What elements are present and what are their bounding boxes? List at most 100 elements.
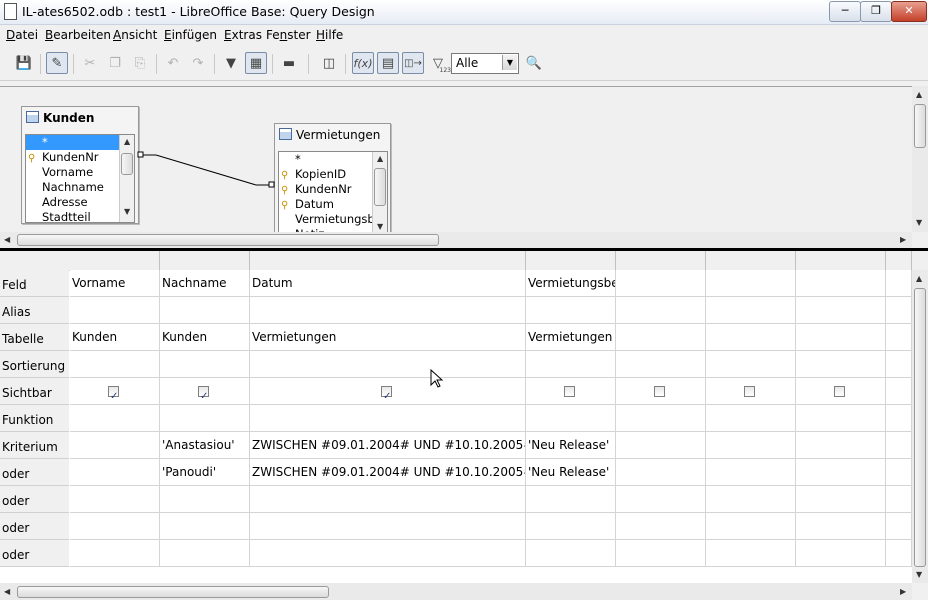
list-item[interactable]: Adresse — [26, 195, 134, 210]
chevron-down-icon[interactable]: ▼ — [502, 55, 517, 70]
grid-cell[interactable]: Vermietungen — [250, 324, 526, 351]
grid-cell[interactable] — [160, 486, 250, 513]
grid-cell[interactable] — [616, 378, 706, 405]
grid-cell[interactable] — [796, 540, 886, 567]
grid-cell[interactable] — [706, 378, 796, 405]
grid-cell[interactable] — [886, 432, 912, 459]
grid-cell[interactable] — [250, 351, 526, 378]
minimize-button[interactable]: ─ — [829, 1, 861, 22]
grid-cell[interactable] — [886, 270, 912, 297]
grid-cell[interactable]: ZWISCHEN #09.01.2004# UND #10.10.2005# — [250, 459, 526, 486]
grid-cell[interactable] — [70, 459, 160, 486]
column-header[interactable] — [796, 251, 886, 270]
grid-horizontal-scrollbar[interactable]: ◀ ▶ — [0, 583, 912, 600]
grid-cell[interactable] — [706, 297, 796, 324]
column-header[interactable] — [886, 251, 912, 270]
visible-checkbox[interactable] — [381, 384, 392, 404]
paste-icon[interactable]: ⎘ — [129, 52, 151, 74]
grid-cell[interactable] — [616, 405, 706, 432]
grid-cell[interactable] — [526, 297, 616, 324]
grid-cell[interactable] — [886, 486, 912, 513]
relation-line[interactable] — [136, 151, 276, 191]
undo-icon[interactable]: ↶ — [162, 52, 184, 74]
grid-cell[interactable] — [70, 351, 160, 378]
visible-checkbox[interactable] — [834, 386, 845, 397]
grid-cell[interactable] — [160, 378, 250, 405]
grid-cell[interactable] — [526, 378, 616, 405]
grid-cell[interactable]: Kunden — [70, 324, 160, 351]
grid-cell[interactable] — [526, 513, 616, 540]
grid-cell[interactable]: 'Panoudi' — [160, 459, 250, 486]
grid-cell[interactable] — [796, 459, 886, 486]
grid-cell[interactable] — [70, 378, 160, 405]
visible-checkbox[interactable] — [744, 386, 755, 397]
sql-icon[interactable]: 🔍 — [523, 52, 545, 74]
field-list-vermietungen[interactable]: * ⚲ KopienID ⚲ KundenNr ⚲ Datum Vermietungs… — [278, 151, 388, 236]
limit-select[interactable]: Alle ▼ — [451, 53, 519, 74]
grid-cell[interactable] — [616, 351, 706, 378]
list-item[interactable]: ⚲ KopienID — [279, 167, 387, 182]
table-window-vermietungen[interactable]: Vermietungen * ⚲ KopienID ⚲ KundenNr ⚲ Datu… — [274, 123, 391, 236]
field-list-kunden[interactable]: * ⚲ KundenNr Vorname Nachname Adresse Sta… — [25, 134, 135, 223]
grid-cell[interactable] — [886, 459, 912, 486]
list-item[interactable]: ⚲ Datum — [279, 197, 387, 212]
column-header[interactable] — [616, 251, 706, 270]
column-header[interactable] — [160, 251, 250, 270]
menu-extras[interactable]: Extras — [224, 28, 262, 42]
save-icon[interactable]: 💾 — [13, 52, 35, 74]
grid-cell[interactable] — [70, 513, 160, 540]
add-table-icon[interactable]: ◫ — [318, 52, 340, 74]
grid-vertical-scrollbar[interactable]: ▲ ▼ — [912, 270, 928, 583]
grid-cell[interactable]: Kunden — [160, 324, 250, 351]
grid-cell[interactable] — [616, 486, 706, 513]
grid-cell[interactable]: Vorname — [70, 270, 160, 297]
grid-cell[interactable]: 'Neu Release' — [526, 432, 616, 459]
list-item[interactable]: Nachname — [26, 180, 134, 195]
grid-cell[interactable] — [526, 486, 616, 513]
grid-cell[interactable] — [886, 513, 912, 540]
design-horizontal-scrollbar[interactable]: ◀ ▶ — [0, 232, 912, 248]
grid-cell[interactable] — [796, 432, 886, 459]
field-list-scrollbar[interactable]: ▲ ▼ — [372, 152, 387, 235]
grid-cell[interactable] — [706, 432, 796, 459]
grid-cell[interactable] — [160, 405, 250, 432]
grid-cell[interactable] — [616, 270, 706, 297]
grid-cell[interactable]: Vermietungen — [526, 324, 616, 351]
close-button[interactable]: ✕ — [891, 1, 927, 22]
grid-cell[interactable] — [886, 324, 912, 351]
design-vertical-scrollbar[interactable]: ▲ ▼ — [912, 86, 928, 232]
list-item[interactable]: * — [279, 152, 387, 167]
alias-icon[interactable]: ◫→ — [402, 52, 424, 74]
table-design-area[interactable]: Kunden * ⚲ KundenNr Vorname Nachname Adre… — [0, 86, 912, 236]
grid-cell[interactable] — [70, 432, 160, 459]
list-item[interactable]: ⚲ KundenNr — [279, 182, 387, 197]
visible-checkbox[interactable] — [564, 386, 575, 397]
grid-cell[interactable] — [886, 378, 912, 405]
grid-cell[interactable] — [526, 405, 616, 432]
visible-checkbox[interactable] — [654, 386, 665, 397]
grid-cell[interactable] — [250, 378, 526, 405]
grid-cell[interactable]: ZWISCHEN #09.01.2004# UND #10.10.2005# — [250, 432, 526, 459]
functions-icon[interactable]: f(x) — [352, 52, 374, 74]
grid-cell[interactable] — [160, 540, 250, 567]
copy-icon[interactable]: ❐ — [104, 52, 126, 74]
grid-cell[interactable] — [706, 459, 796, 486]
grid-cell[interactable] — [706, 270, 796, 297]
redo-icon[interactable]: ↷ — [187, 52, 209, 74]
grid-cell[interactable] — [706, 351, 796, 378]
grid-cell[interactable] — [160, 513, 250, 540]
table-window-kunden[interactable]: Kunden * ⚲ KundenNr Vorname Nachname Adre… — [21, 106, 139, 224]
grid-cell[interactable] — [796, 270, 886, 297]
distinct-values-icon[interactable]: ▽ 123 — [427, 52, 451, 75]
grid-cell[interactable]: 'Anastasiou' — [160, 432, 250, 459]
grid-cell[interactable] — [250, 297, 526, 324]
grid-cell[interactable] — [250, 513, 526, 540]
grid-cell[interactable] — [616, 432, 706, 459]
grid-cell[interactable] — [796, 486, 886, 513]
grid-cell[interactable] — [886, 297, 912, 324]
grid-cell[interactable] — [706, 540, 796, 567]
grid-cell[interactable]: Nachname — [160, 270, 250, 297]
grid-cell[interactable]: Vermietungsbed — [526, 270, 616, 297]
grid-cell[interactable] — [886, 540, 912, 567]
menu-hilfe[interactable]: Hilfe — [316, 28, 343, 42]
